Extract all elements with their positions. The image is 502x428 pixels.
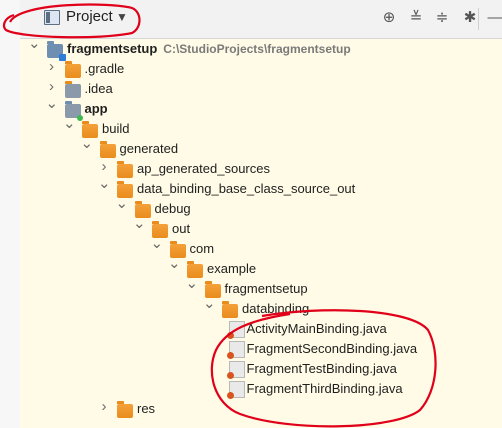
tree-item-label: FragmentThirdBinding.java [246, 381, 403, 396]
hide-icon[interactable]: — [486, 9, 502, 27]
tree-file-row[interactable]: FragmentThirdBinding.java [20, 379, 502, 399]
module-icon [47, 41, 66, 61]
tree-folder-row[interactable]: › .idea [20, 79, 502, 99]
chevron-right-icon[interactable]: › [46, 79, 58, 94]
tree-item-label: app [84, 101, 108, 116]
tree-folder-row[interactable]: ⌄ fragmentsetup [20, 276, 502, 299]
chevron-right-icon[interactable]: › [46, 59, 58, 74]
expand-all-icon[interactable]: ≚ [407, 9, 425, 27]
tree-folder-row[interactable]: ⌄ example [20, 256, 502, 279]
tree-folder-row[interactable]: ⌄ com [20, 236, 502, 259]
tree-item-label: .gradle [84, 61, 125, 76]
tree-item-label: FragmentSecondBinding.java [246, 341, 418, 356]
chevron-down-icon[interactable]: ⌄ [98, 176, 111, 191]
chevron-down-icon[interactable]: ⌄ [63, 116, 76, 131]
tree-folder-row[interactable]: › res [20, 399, 502, 419]
tree-item-label: out [172, 221, 191, 236]
tree-item-label: .idea [84, 81, 113, 96]
folder-icon [64, 81, 81, 98]
collapse-all-icon[interactable]: ≑ [433, 9, 451, 27]
tree-item-label: fragmentsetup C:\StudioProjects\fragments… [67, 41, 351, 56]
tree-item-label: generated [119, 141, 179, 156]
tree-item-label: build [102, 121, 130, 136]
folder-icon [99, 141, 116, 158]
tool-window-stripe [0, 0, 21, 428]
java-file-icon [226, 361, 245, 379]
project-tool-window: Project ▼ ⊕ ≚ ≑ ✱ — ⌄ fragmentsetup C:\Stu… [0, 0, 502, 428]
tree-item-label: fragmentsetup [224, 281, 308, 296]
tree-item-label: example [207, 261, 257, 276]
java-file-icon [226, 341, 245, 359]
tree-folder-row[interactable]: ⌄ data_binding_base_class_source_out [20, 176, 502, 199]
chevron-down-icon[interactable]: ⌄ [81, 136, 94, 151]
chevron-right-icon[interactable]: › [98, 399, 110, 414]
java-file-icon [226, 381, 245, 399]
tree-folder-row[interactable]: ⌄ databinding [20, 296, 502, 319]
tree-folder-row[interactable]: › ap_generated_sources [20, 159, 502, 179]
settings-icon[interactable]: ✱ [461, 9, 479, 27]
tree-file-row[interactable]: ActivityMainBinding.java [20, 319, 502, 339]
tree-folder-row[interactable]: ⌄ fragmentsetup C:\StudioProjects\fragment… [20, 36, 502, 61]
chevron-down-icon[interactable]: ⌄ [116, 196, 129, 211]
tree-item-label: FragmentTestBinding.java [246, 361, 397, 376]
chevron-down-icon[interactable]: ⌄ [28, 36, 41, 51]
folder-icon [117, 401, 133, 418]
chevron-down-icon[interactable]: ⌄ [186, 276, 199, 291]
folder-icon [222, 301, 238, 318]
project-view-label[interactable]: Project [66, 8, 113, 25]
tree-item-label: data_binding_base_class_source_out [137, 181, 356, 196]
chevron-right-icon[interactable]: › [98, 159, 110, 174]
chevron-down-icon[interactable]: ⌄ [46, 96, 59, 111]
tree-folder-row[interactable]: ⌄ out [20, 216, 502, 239]
tree-item-label: ActivityMainBinding.java [246, 321, 387, 336]
chevron-down-icon[interactable]: ⌄ [151, 236, 164, 251]
folder-icon [64, 61, 81, 78]
tree-folder-row[interactable]: ⌄ app [20, 96, 502, 121]
tree-item-label: databinding [242, 301, 310, 316]
tree-folder-row[interactable]: › .gradle [20, 59, 502, 79]
chevron-down-icon[interactable]: ⌄ [133, 216, 146, 231]
project-tree: ⌄ fragmentsetup C:\StudioProjects\fragment… [20, 36, 502, 428]
tree-file-row[interactable]: FragmentTestBinding.java [20, 359, 502, 379]
project-toolbar: Project ▼ ⊕ ≚ ≑ ✱ — [20, 0, 502, 39]
tree-item-label: ap_generated_sources [137, 161, 270, 176]
locate-icon[interactable]: ⊕ [380, 9, 398, 27]
chevron-down-icon[interactable]: ▼ [116, 10, 128, 24]
tree-folder-row[interactable]: ⌄ debug [20, 196, 502, 219]
chevron-down-icon[interactable]: ⌄ [168, 256, 181, 271]
java-file-icon [226, 321, 245, 339]
project-view-icon [44, 10, 60, 25]
chevron-down-icon[interactable]: ⌄ [203, 296, 216, 311]
tree-item-label: res [137, 401, 156, 416]
tree-file-row[interactable]: FragmentSecondBinding.java [20, 339, 502, 359]
tree-item-path: C:\StudioProjects\fragmentsetup [163, 42, 351, 56]
tree-folder-row[interactable]: ⌄ generated [20, 136, 502, 159]
folder-icon [117, 161, 133, 178]
tree-item-label: com [189, 241, 215, 256]
tree-item-label: debug [154, 201, 191, 216]
